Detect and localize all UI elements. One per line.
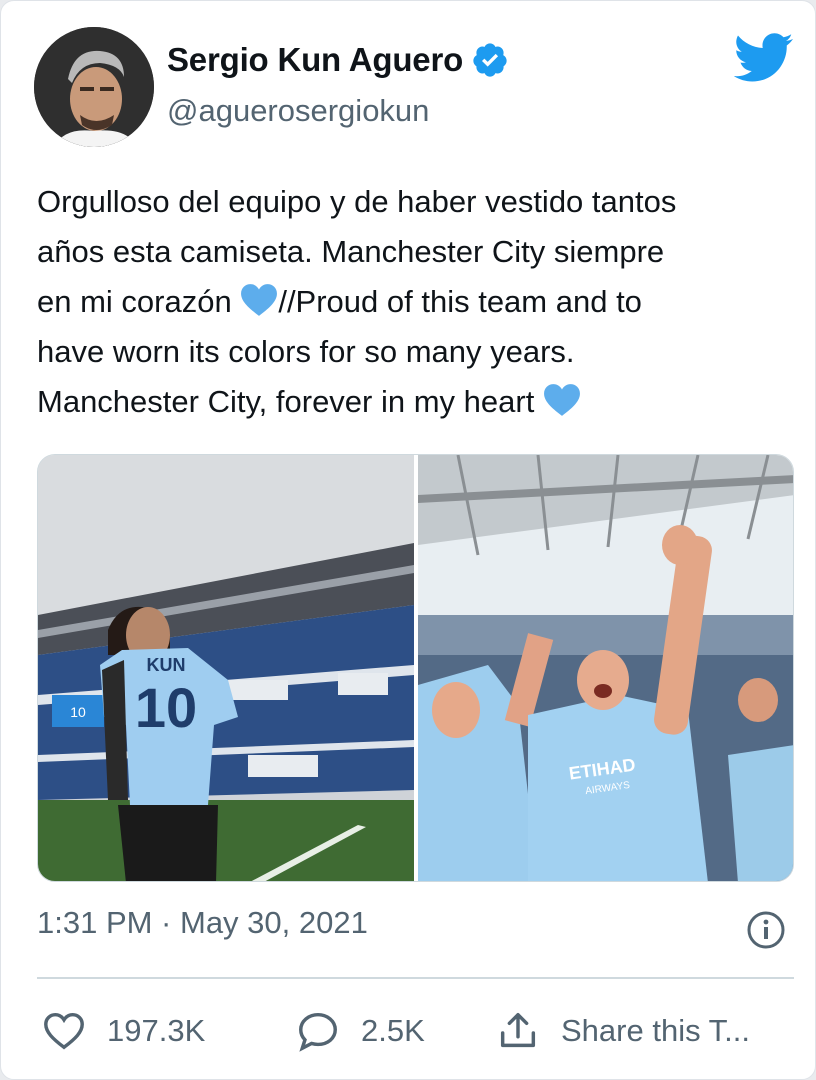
info-icon[interactable]: [746, 910, 786, 950]
tweet-actions: 197.3K 2.5K Share this T...: [37, 1003, 797, 1059]
tweet-line-2: años esta camiseta. Manchester City siem…: [37, 234, 665, 269]
divider: [37, 977, 794, 979]
photo-celebrating-fans-image: ETIHAD AIRWAYS: [418, 455, 793, 881]
share-button[interactable]: Share this T...: [495, 1003, 750, 1059]
tweet-line-3-pre: en mi corazón: [37, 284, 241, 319]
tweet-line-3-post: //Proud of this team and to: [278, 284, 642, 319]
reply-icon: [299, 1012, 337, 1052]
author-handle[interactable]: @aguerosergiokun: [167, 93, 429, 129]
reply-count: 2.5K: [361, 1013, 425, 1048]
share-label: Share this T...: [561, 1013, 750, 1048]
reply-button[interactable]: 2.5K: [295, 1003, 425, 1059]
twitter-bird-icon[interactable]: [734, 33, 794, 83]
like-button[interactable]: 197.3K: [41, 1003, 205, 1059]
shirt-name: KUN: [147, 655, 186, 675]
tweet-line-1: Orgulloso del equipo y de haber vestido …: [37, 184, 677, 219]
tweet-text: Orgulloso del equipo y de haber vestido …: [37, 177, 797, 427]
tweet-line-5: Manchester City, forever in my heart: [37, 384, 543, 419]
author-name[interactable]: Sergio Kun Aguero: [167, 41, 463, 79]
like-count: 197.3K: [107, 1013, 206, 1048]
tweet-media: 10 10 KUN ETIHAD AIRWAYS: [37, 454, 794, 882]
tweet-card: Sergio Kun Aguero @aguerosergiokun Orgul…: [0, 0, 816, 1080]
verified-badge-icon: [473, 43, 507, 77]
blue-heart-icon: [543, 384, 580, 416]
photo-stadium-jersey-image: 10 10 KUN: [38, 455, 414, 881]
tweet-timestamp[interactable]: 1:31 PM · May 30, 2021: [37, 905, 368, 941]
heart-icon: [44, 1012, 84, 1050]
share-icon: [500, 1012, 536, 1048]
scoreboard-number: 10: [70, 704, 86, 720]
photo-stadium-jersey[interactable]: 10 10 KUN: [38, 455, 414, 881]
blue-heart-icon: [241, 284, 278, 316]
author-row: Sergio Kun Aguero: [167, 41, 509, 79]
avatar-image: [34, 27, 154, 147]
tweet-line-4: have worn its colors for so many years.: [37, 334, 575, 369]
shirt-number: 10: [135, 676, 197, 739]
avatar[interactable]: [34, 27, 154, 147]
photo-celebrating-fans[interactable]: ETIHAD AIRWAYS: [418, 455, 793, 881]
